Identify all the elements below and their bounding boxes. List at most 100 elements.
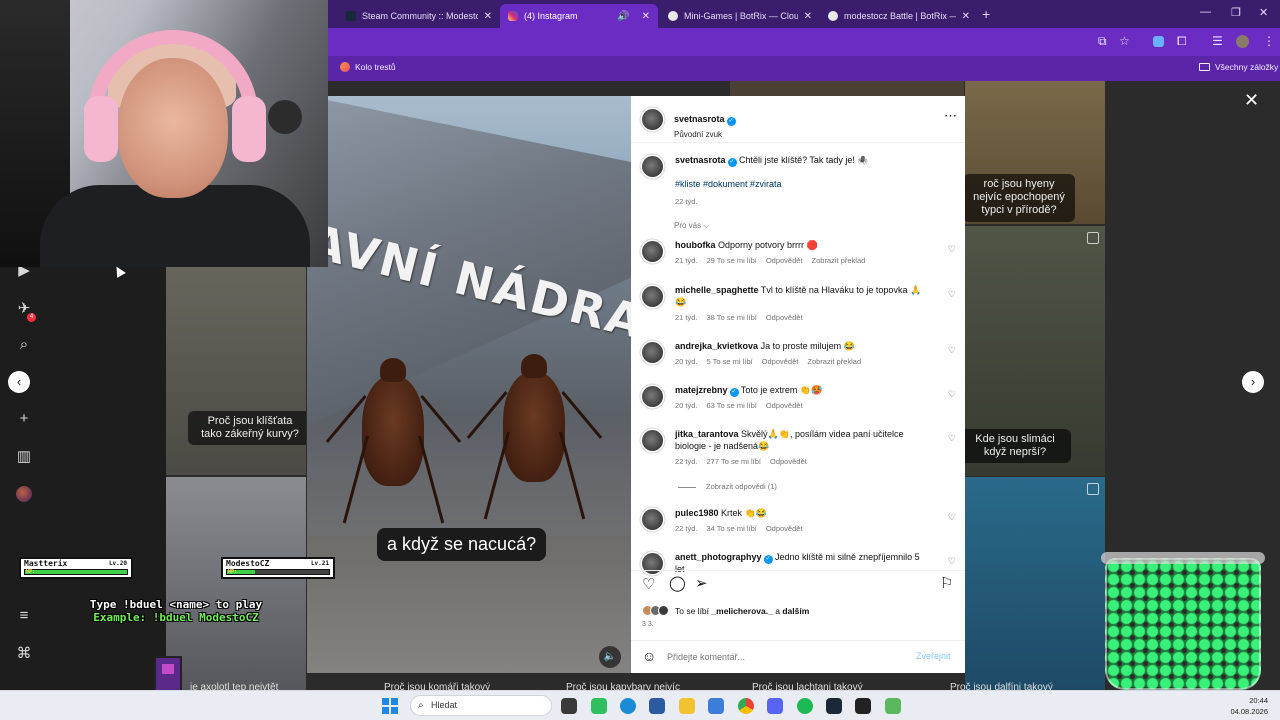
dashboard-icon[interactable]: ▥ [14,447,34,467]
caption-username[interactable]: svetnasrota [675,155,726,165]
restore-icon[interactable]: ❐ [1231,6,1241,19]
comment-icon[interactable]: ◯ [669,574,686,592]
reply-button[interactable]: Odpovědět [766,313,803,322]
comment-like-icon[interactable]: ♡ [948,512,956,523]
audio-label[interactable]: Původní zvuk [674,130,736,139]
close-window-icon[interactable]: ✕ [1259,6,1268,19]
reel-video[interactable]: AVNÍ NÁDRAŽÍ a když se nacucá? 🔈 [307,96,631,673]
extensions-puzzle-icon[interactable]: ⧠ [1177,34,1187,49]
minecraft-icon[interactable] [885,698,901,714]
reply-button[interactable]: Odpovědět [762,357,799,366]
tab-botrix-battle[interactable]: modestocz Battle | BotRix — Cl ✕ [820,4,978,28]
likes-summary[interactable]: To se líbí _melicherova._ a dalším [642,605,809,616]
close-modal-icon[interactable]: ✕ [1244,90,1259,111]
close-tab-icon[interactable]: ✕ [484,11,492,22]
view-replies-button[interactable]: Zobrazit odpovědi (1) [678,482,777,491]
translate-button[interactable]: Zobrazit překlad [807,357,861,366]
comment-like-icon[interactable]: ♡ [948,389,956,400]
commenter-username[interactable]: andrejka_kvietkova [675,341,758,351]
comment-likes[interactable]: 63 To se mi líbí [707,401,757,410]
commenter-username[interactable]: michelle_spaghette [675,285,759,295]
commenter-username[interactable]: pulec1980 [675,508,719,518]
new-tab-button[interactable]: + [982,6,990,22]
mail-icon[interactable] [708,698,724,714]
commenter-username[interactable]: matejzrebny [675,385,728,395]
commenter-avatar[interactable] [642,386,663,407]
grid-tile-dolphins[interactable] [965,477,1105,690]
reply-button[interactable]: Odpovědět [766,401,803,410]
commenter-avatar[interactable] [642,430,663,451]
author-avatar[interactable] [642,109,663,130]
comment-input[interactable] [667,649,897,665]
tab-instagram[interactable]: (4) Instagram 🔊 ✕ [500,4,658,28]
spotify-icon[interactable] [797,698,813,714]
profile-icon[interactable] [14,484,34,504]
share-icon[interactable]: ➢ [695,574,708,592]
comment-likes[interactable]: 34 To se mi líbí [707,524,757,533]
commenter-avatar[interactable] [642,241,663,262]
discord-icon[interactable] [767,698,783,714]
like-heart-icon[interactable]: ♡ [642,575,655,593]
tab-botrix-minigames[interactable]: Mini-Games | BotRix — Cloud S ✕ [660,4,820,28]
install-app-icon[interactable]: ⧉ [1098,34,1107,49]
emoji-icon[interactable]: ☺ [642,648,656,664]
all-bookmarks-button[interactable]: Všechny záložky [1199,62,1278,72]
store-icon[interactable] [649,698,665,714]
commenter-avatar[interactable] [642,286,663,307]
audio-toggle-icon[interactable]: 🔈 [599,646,621,668]
grid-tile-hyena[interactable]: roč jsou hyeny nejvíc epochopený typci v… [965,81,1105,224]
chrome-icon[interactable] [738,698,754,714]
tab-steam-community[interactable]: Steam Community :: ModestoCZ ✕ [338,4,500,28]
reply-button[interactable]: Odpovědět [770,457,807,466]
comment-like-icon[interactable]: ♡ [948,289,956,300]
comment-likes[interactable]: 38 To se mi líbí [707,313,757,322]
reply-button[interactable]: Odpovědět [766,524,803,533]
reply-button[interactable]: Odpovědět [766,256,803,265]
commenter-username[interactable]: houbofka [675,240,716,250]
commenter-username[interactable]: anett_photographyy [675,552,762,562]
comment-like-icon[interactable]: ♡ [948,345,956,356]
commenter-avatar[interactable] [642,342,663,363]
messages-icon[interactable]: ✈ [14,299,36,322]
tab-search-icon[interactable]: ☰ [1212,34,1223,48]
comment-like-icon[interactable]: ♡ [948,244,956,255]
next-post-button[interactable]: › [1242,371,1264,393]
more-options-icon[interactable]: ⋯ [944,108,957,124]
author-avatar[interactable] [642,156,663,177]
author-username[interactable]: svetnasrota [674,114,725,124]
likes-user[interactable]: _melicherova._ [711,606,772,616]
speaker-icon[interactable]: 🔊 [617,11,629,22]
windows-start-icon[interactable] [382,698,398,714]
publish-button[interactable]: Zveřejnit [916,651,951,661]
grid-tile-axolotl[interactable] [166,477,306,690]
comment-likes[interactable]: 29 To se mi líbí [707,256,757,265]
threads-icon[interactable]: ⌘ [14,644,34,664]
comment-like-icon[interactable]: ♡ [948,556,956,567]
likes-others[interactable]: dalším [782,606,809,616]
menu-dots-icon[interactable]: ⋮ [1263,34,1275,48]
previous-post-button[interactable]: ‹ [8,371,30,393]
comment-likes[interactable]: 5 To se mi líbí [707,357,753,366]
comment-sort-dropdown[interactable]: Pro vás ⌵ [674,221,709,231]
close-tab-icon[interactable]: ✕ [804,11,812,22]
comment-likes[interactable]: 277 To se mi líbí [707,457,761,466]
capcut-icon[interactable] [855,698,871,714]
comment-like-icon[interactable]: ♡ [948,433,956,444]
commenter-username[interactable]: jitka_tarantova [675,429,739,439]
save-bookmark-icon[interactable]: ⚐ [940,574,953,592]
close-tab-icon[interactable]: ✕ [642,11,650,22]
edge-icon[interactable] [620,698,636,714]
translate-button[interactable]: Zobrazit překlad [812,256,866,265]
search-icon[interactable]: ⌕ [14,335,34,355]
extension-icon[interactable] [1153,36,1164,47]
grid-tile-snails[interactable]: Kde jsou slimáci když neprší? [965,226,1105,476]
taskbar-search[interactable]: ⌕ Hledat [410,695,552,716]
file-explorer-icon[interactable] [679,698,695,714]
close-tab-icon[interactable]: ✕ [962,11,970,22]
create-icon[interactable]: + [14,409,34,429]
commenter-avatar[interactable] [642,509,663,530]
task-view-icon[interactable] [561,698,577,714]
app-icon[interactable] [591,698,607,714]
bookmark-kolo-trestu[interactable]: Kolo trestů [340,62,396,72]
grid-tile-top[interactable] [730,81,964,96]
